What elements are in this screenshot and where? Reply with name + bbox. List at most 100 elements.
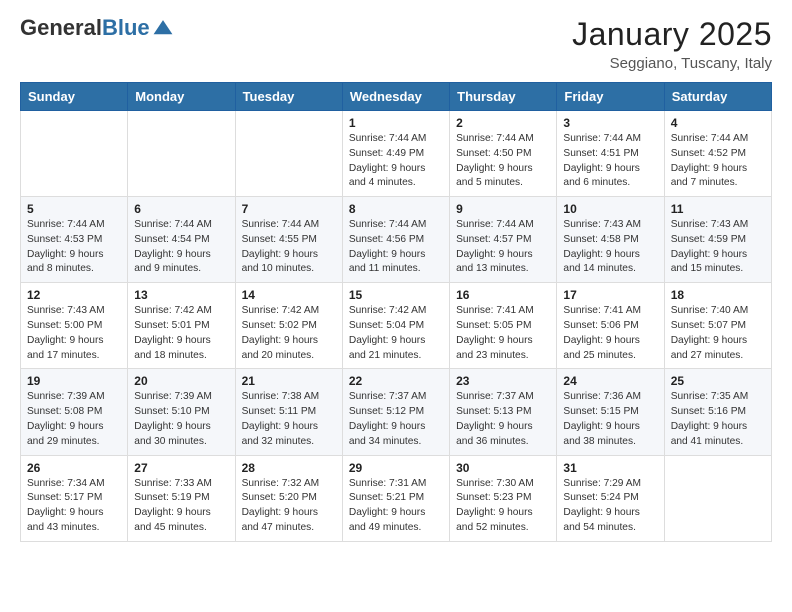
day-cell-4: 4Sunrise: 7:44 AMSunset: 4:52 PMDaylight…: [664, 111, 771, 197]
day-number: 8: [349, 202, 443, 216]
day-cell-11: 11Sunrise: 7:43 AMSunset: 4:59 PMDayligh…: [664, 197, 771, 283]
day-info: Sunrise: 7:41 AMSunset: 5:05 PMDaylight:…: [456, 304, 550, 363]
day-number: 27: [134, 461, 228, 475]
day-info: Sunrise: 7:36 AMSunset: 5:15 PMDaylight:…: [563, 390, 657, 449]
day-number: 7: [242, 202, 336, 216]
day-number: 19: [27, 374, 121, 388]
day-number: 22: [349, 374, 443, 388]
day-number: 25: [671, 374, 765, 388]
day-info: Sunrise: 7:30 AMSunset: 5:23 PMDaylight:…: [456, 477, 550, 536]
day-info: Sunrise: 7:43 AMSunset: 4:59 PMDaylight:…: [671, 218, 765, 277]
day-info: Sunrise: 7:40 AMSunset: 5:07 PMDaylight:…: [671, 304, 765, 363]
calendar-title: January 2025: [572, 16, 772, 53]
day-info: Sunrise: 7:44 AMSunset: 4:54 PMDaylight:…: [134, 218, 228, 277]
day-number: 29: [349, 461, 443, 475]
day-cell-7: 7 Sunrise: 7:44 AMSunset: 4:55 PMDaylight…: [235, 197, 342, 283]
day-number: 17: [563, 288, 657, 302]
day-info: Sunrise: 7:29 AMSunset: 5:24 PMDaylight:…: [563, 477, 657, 536]
title-block: January 2025 Seggiano, Tuscany, Italy: [572, 16, 772, 72]
day-cell-6: 6 Sunrise: 7:44 AMSunset: 4:54 PMDaylight…: [128, 197, 235, 283]
day-cell-22: 22 Sunrise: 7:37 AMSunset: 5:12 PMDayligh…: [342, 369, 449, 455]
empty-cell: [128, 111, 235, 197]
day-info: Sunrise: 7:42 AMSunset: 5:01 PMDaylight:…: [134, 304, 228, 363]
header: GeneralBlue January 2025 Seggiano, Tusca…: [20, 16, 772, 72]
weekday-header-wednesday: Wednesday: [342, 83, 449, 111]
day-cell-24: 24Sunrise: 7:36 AMSunset: 5:15 PMDayligh…: [557, 369, 664, 455]
day-info: Sunrise: 7:43 AMSunset: 4:58 PMDaylight:…: [563, 218, 657, 277]
day-number: 1: [349, 116, 443, 130]
day-number: 10: [563, 202, 657, 216]
day-number: 6: [134, 202, 228, 216]
day-number: 18: [671, 288, 765, 302]
day-number: 9: [456, 202, 550, 216]
day-number: 2: [456, 116, 550, 130]
day-cell-12: 12Sunrise: 7:43 AMSunset: 5:00 PMDayligh…: [21, 283, 128, 369]
day-number: 15: [349, 288, 443, 302]
empty-cell: [21, 111, 128, 197]
day-cell-14: 14 Sunrise: 7:42 AMSunset: 5:02 PMDayligh…: [235, 283, 342, 369]
day-number: 4: [671, 116, 765, 130]
day-number: 5: [27, 202, 121, 216]
calendar-table: SundayMondayTuesdayWednesdayThursdayFrid…: [20, 82, 772, 542]
week-row-4: 19 Sunrise: 7:39 AMSunset: 5:08 PMDayligh…: [21, 369, 772, 455]
weekday-header-sunday: Sunday: [21, 83, 128, 111]
page: GeneralBlue January 2025 Seggiano, Tusca…: [0, 0, 792, 612]
day-info: Sunrise: 7:44 AMSunset: 4:51 PMDaylight:…: [563, 132, 657, 191]
weekday-header-tuesday: Tuesday: [235, 83, 342, 111]
day-number: 14: [242, 288, 336, 302]
day-info: Sunrise: 7:38 AMSunset: 5:11 PMDaylight:…: [242, 390, 336, 449]
day-info: Sunrise: 7:37 AMSunset: 5:12 PMDaylight:…: [349, 390, 443, 449]
day-info: Sunrise: 7:37 AMSunset: 5:13 PMDaylight:…: [456, 390, 550, 449]
day-cell-18: 18 Sunrise: 7:40 AMSunset: 5:07 PMDayligh…: [664, 283, 771, 369]
day-cell-20: 20 Sunrise: 7:39 AMSunset: 5:10 PMDayligh…: [128, 369, 235, 455]
empty-cell: [235, 111, 342, 197]
day-number: 3: [563, 116, 657, 130]
day-info: Sunrise: 7:31 AMSunset: 5:21 PMDaylight:…: [349, 477, 443, 536]
logo-blue: Blue: [102, 15, 150, 40]
day-cell-26: 26 Sunrise: 7:34 AMSunset: 5:17 PMDayligh…: [21, 455, 128, 541]
day-number: 30: [456, 461, 550, 475]
day-cell-10: 10 Sunrise: 7:43 AMSunset: 4:58 PMDayligh…: [557, 197, 664, 283]
day-cell-8: 8 Sunrise: 7:44 AMSunset: 4:56 PMDaylight…: [342, 197, 449, 283]
logo-icon: [152, 17, 174, 39]
day-cell-1: 1Sunrise: 7:44 AMSunset: 4:49 PMDaylight…: [342, 111, 449, 197]
day-info: Sunrise: 7:44 AMSunset: 4:53 PMDaylight:…: [27, 218, 121, 277]
weekday-header-friday: Friday: [557, 83, 664, 111]
calendar-subtitle: Seggiano, Tuscany, Italy: [572, 55, 772, 72]
day-number: 20: [134, 374, 228, 388]
empty-cell: [664, 455, 771, 541]
weekday-header-monday: Monday: [128, 83, 235, 111]
day-cell-16: 16 Sunrise: 7:41 AMSunset: 5:05 PMDayligh…: [450, 283, 557, 369]
day-number: 31: [563, 461, 657, 475]
day-number: 21: [242, 374, 336, 388]
day-cell-29: 29 Sunrise: 7:31 AMSunset: 5:21 PMDayligh…: [342, 455, 449, 541]
logo: GeneralBlue: [20, 16, 174, 40]
day-number: 16: [456, 288, 550, 302]
day-info: Sunrise: 7:44 AMSunset: 4:56 PMDaylight:…: [349, 218, 443, 277]
day-cell-23: 23Sunrise: 7:37 AMSunset: 5:13 PMDayligh…: [450, 369, 557, 455]
day-info: Sunrise: 7:44 AMSunset: 4:55 PMDaylight:…: [242, 218, 336, 277]
day-info: Sunrise: 7:42 AMSunset: 5:04 PMDaylight:…: [349, 304, 443, 363]
day-cell-19: 19 Sunrise: 7:39 AMSunset: 5:08 PMDayligh…: [21, 369, 128, 455]
day-info: Sunrise: 7:44 AMSunset: 4:50 PMDaylight:…: [456, 132, 550, 191]
day-cell-30: 30 Sunrise: 7:30 AMSunset: 5:23 PMDayligh…: [450, 455, 557, 541]
day-number: 13: [134, 288, 228, 302]
day-cell-5: 5 Sunrise: 7:44 AMSunset: 4:53 PMDaylight…: [21, 197, 128, 283]
weekday-header-row: SundayMondayTuesdayWednesdayThursdayFrid…: [21, 83, 772, 111]
day-info: Sunrise: 7:39 AMSunset: 5:08 PMDaylight:…: [27, 390, 121, 449]
logo-general: General: [20, 15, 102, 40]
day-cell-28: 28Sunrise: 7:32 AMSunset: 5:20 PMDayligh…: [235, 455, 342, 541]
day-cell-13: 13 Sunrise: 7:42 AMSunset: 5:01 PMDayligh…: [128, 283, 235, 369]
day-info: Sunrise: 7:43 AMSunset: 5:00 PMDaylight:…: [27, 304, 121, 363]
week-row-2: 5 Sunrise: 7:44 AMSunset: 4:53 PMDaylight…: [21, 197, 772, 283]
day-number: 26: [27, 461, 121, 475]
day-info: Sunrise: 7:39 AMSunset: 5:10 PMDaylight:…: [134, 390, 228, 449]
day-info: Sunrise: 7:35 AMSunset: 5:16 PMDaylight:…: [671, 390, 765, 449]
day-info: Sunrise: 7:42 AMSunset: 5:02 PMDaylight:…: [242, 304, 336, 363]
week-row-1: 1Sunrise: 7:44 AMSunset: 4:49 PMDaylight…: [21, 111, 772, 197]
day-cell-25: 25 Sunrise: 7:35 AMSunset: 5:16 PMDayligh…: [664, 369, 771, 455]
day-info: Sunrise: 7:33 AMSunset: 5:19 PMDaylight:…: [134, 477, 228, 536]
day-cell-9: 9Sunrise: 7:44 AMSunset: 4:57 PMDaylight…: [450, 197, 557, 283]
day-info: Sunrise: 7:34 AMSunset: 5:17 PMDaylight:…: [27, 477, 121, 536]
day-cell-15: 15 Sunrise: 7:42 AMSunset: 5:04 PMDayligh…: [342, 283, 449, 369]
